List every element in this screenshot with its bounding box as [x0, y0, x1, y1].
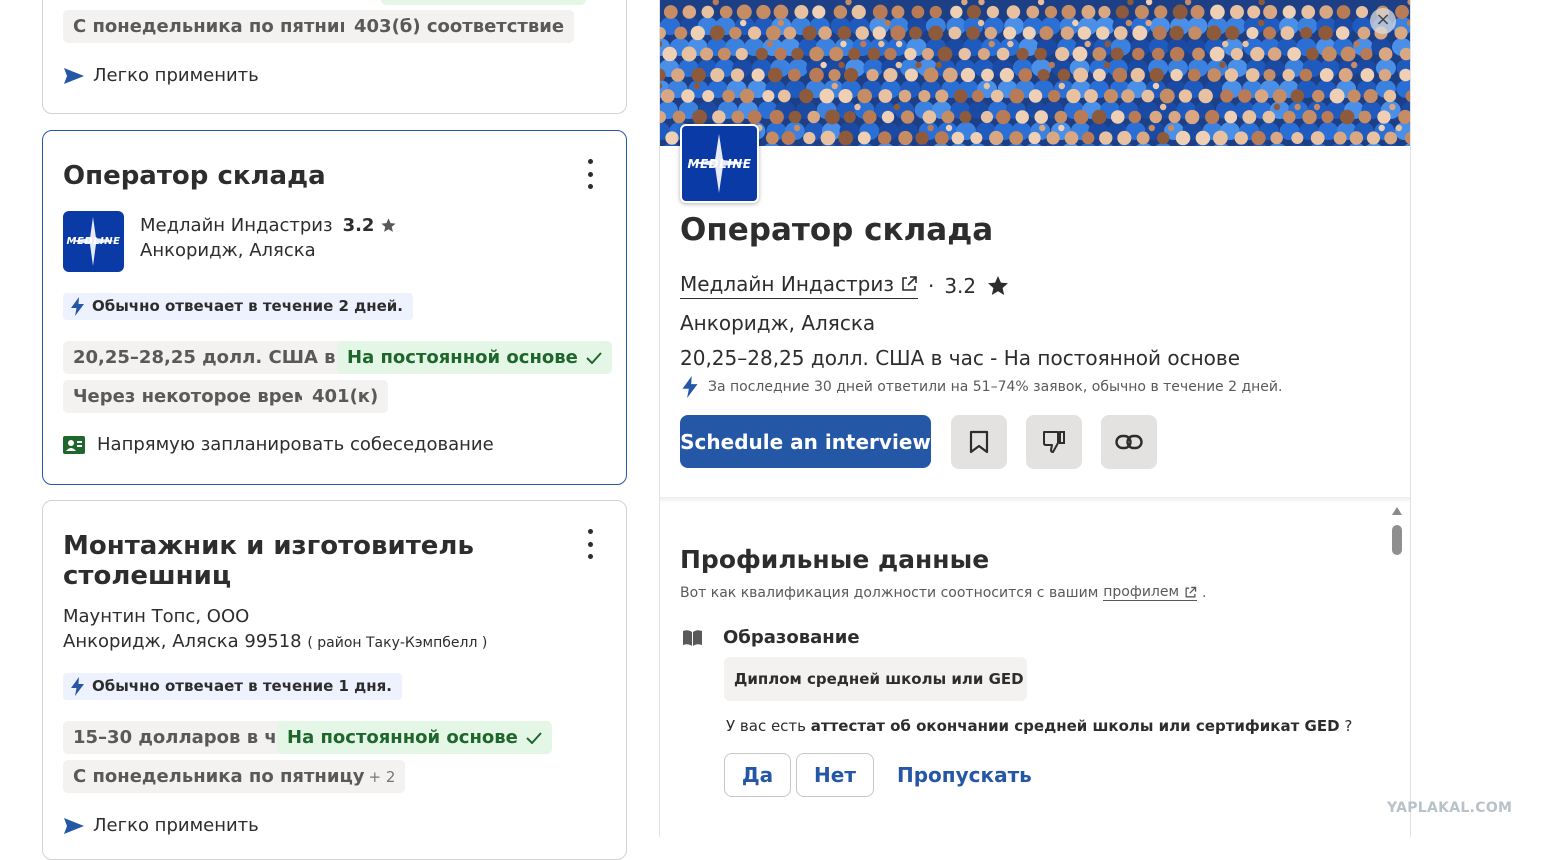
response-time-label: Обычно отвечает в течение 2 дней. — [92, 297, 403, 315]
tag-403b: 403(б) соответствие — [344, 10, 575, 43]
qualification-question: У вас есть аттестат об окончании средней… — [726, 717, 1353, 735]
dropdown-value: Диплом средней школы или GED — [734, 670, 1024, 688]
direct-interview-label: Напрямую запланировать собеседование — [97, 434, 494, 455]
checkmark-icon — [586, 351, 602, 364]
save-job-button[interactable] — [951, 415, 1007, 469]
profile-link[interactable]: профилем — [1103, 584, 1198, 601]
district: ( район Таку-Кэмпбелл ) — [307, 635, 488, 651]
scrollbar[interactable] — [1390, 505, 1404, 837]
answer-yes-button[interactable]: Да — [724, 753, 791, 797]
answer-no-button[interactable]: Нет — [796, 753, 874, 797]
job-detail-panel: × MEDLINE Оператор склада Медлайн Индаст… — [659, 0, 1411, 837]
send-icon — [64, 67, 84, 84]
rating-value: 3.2 — [342, 215, 375, 236]
tag-full-time-label: На постоянной основе — [287, 727, 518, 748]
company-link-label: Медлайн Индастриз — [680, 272, 894, 296]
close-button[interactable]: × — [1370, 8, 1396, 34]
scroll-up-arrow[interactable] — [1392, 507, 1402, 515]
more-options-button[interactable] — [584, 529, 596, 559]
bookmark-icon — [969, 430, 989, 454]
lightning-icon — [71, 297, 84, 316]
easy-apply-label: Легко применить — [93, 815, 259, 836]
profile-subtitle: Вот как квалификация должности соотносит… — [680, 584, 1207, 601]
thumbs-down-icon — [1043, 431, 1065, 453]
job-title[interactable]: Монтажник и изготовитель столешниц — [63, 531, 533, 591]
direct-interview: Напрямую запланировать собеседование — [63, 434, 494, 455]
tag-full-time: На постоянной основе — [337, 341, 612, 374]
response-time-badge: Обычно отвечает в течение 2 дней. — [63, 293, 413, 320]
profile-heading: Профильные данные — [680, 545, 990, 574]
job-card-previous[interactable]: С понедельника по пятницу 403(б) соответ… — [42, 0, 627, 114]
company-name[interactable]: Медлайн Индастриз — [140, 215, 333, 236]
detail-location: Анкоридж, Аляска — [680, 311, 876, 335]
external-link-icon — [902, 276, 917, 291]
answer-skip-button[interactable]: Пропускать — [897, 763, 1032, 787]
tag-schedule: С понедельника по пятницу — [63, 10, 375, 43]
scrollbar-thumb[interactable] — [1392, 525, 1402, 555]
tag-full-time: На постоянной основе — [277, 721, 552, 754]
close-icon: × — [1375, 9, 1391, 30]
copy-link-button[interactable] — [1101, 415, 1157, 469]
job-card-selected[interactable]: Оператор склада MEDLINE Медлайн Индастри… — [42, 130, 627, 485]
easy-apply: Легко применить — [63, 65, 259, 86]
job-title[interactable]: Оператор склада — [63, 161, 326, 191]
tag-pay: 15–30 долларов в час — [63, 721, 310, 754]
company-banner-image — [660, 0, 1410, 146]
checkmark-icon — [526, 731, 542, 744]
tag-401k: 401(к) — [302, 380, 389, 413]
response-note-label: За последние 30 дней ответили на 51–74% … — [708, 379, 1283, 395]
section-label: Образование — [723, 627, 860, 648]
schedule-interview-button[interactable]: Schedule an interview — [680, 415, 931, 468]
send-icon — [64, 817, 84, 834]
link-icon — [1115, 434, 1143, 450]
tag-schedule: С понедельника по пятницу + 2 — [63, 760, 406, 793]
more-tags-count: + 2 — [368, 768, 396, 786]
separator-dot: · — [927, 273, 935, 298]
schedule-interview-label: Schedule an interview — [680, 429, 931, 454]
education-dropdown[interactable]: Диплом средней школы или GED — [724, 657, 1027, 701]
lightning-icon — [71, 677, 84, 696]
easy-apply: Легко применить — [63, 815, 259, 836]
watermark: YAPLAKAL.COM — [1387, 800, 1513, 816]
green-tag-fragment — [381, 0, 586, 5]
job-card-next[interactable]: Монтажник и изготовитель столешниц Маунт… — [42, 500, 627, 860]
star-icon — [988, 275, 1009, 295]
easy-apply-label: Легко применить — [93, 65, 259, 86]
company-name[interactable]: Маунтин Топс, ООО — [63, 606, 249, 627]
response-time-badge: Обычно отвечает в течение 1 дня. — [63, 673, 402, 700]
tag-full-time-label: На постоянной основе — [347, 347, 578, 368]
star-icon — [381, 218, 397, 232]
detail-pay-line: 20,25–28,25 долл. США в час - На постоян… — [680, 346, 1241, 370]
location: Анкоридж, Аляска 99518 — [63, 631, 302, 652]
lightning-icon — [682, 376, 698, 398]
panel-divider — [660, 497, 1410, 503]
detail-job-title: Оператор склада — [680, 212, 994, 248]
calendar-person-icon — [63, 435, 85, 454]
crowd-photo — [660, 0, 1410, 146]
response-time-label: Обычно отвечает в течение 1 дня. — [92, 677, 392, 695]
not-interested-button[interactable] — [1026, 415, 1082, 469]
company-logo: MEDLINE — [680, 124, 759, 203]
company-logo: MEDLINE — [63, 211, 124, 272]
rating-value: 3.2 — [944, 273, 977, 298]
book-icon — [683, 629, 702, 646]
external-link-icon — [1185, 586, 1197, 597]
response-note: За последние 30 дней ответили на 51–74% … — [682, 376, 1282, 398]
more-options-button[interactable] — [584, 159, 596, 189]
tag-overtime: Через некоторое время — [63, 380, 331, 413]
company-link[interactable]: Медлайн Индастриз — [680, 272, 918, 299]
location: Анкоридж, Аляска — [140, 240, 316, 261]
